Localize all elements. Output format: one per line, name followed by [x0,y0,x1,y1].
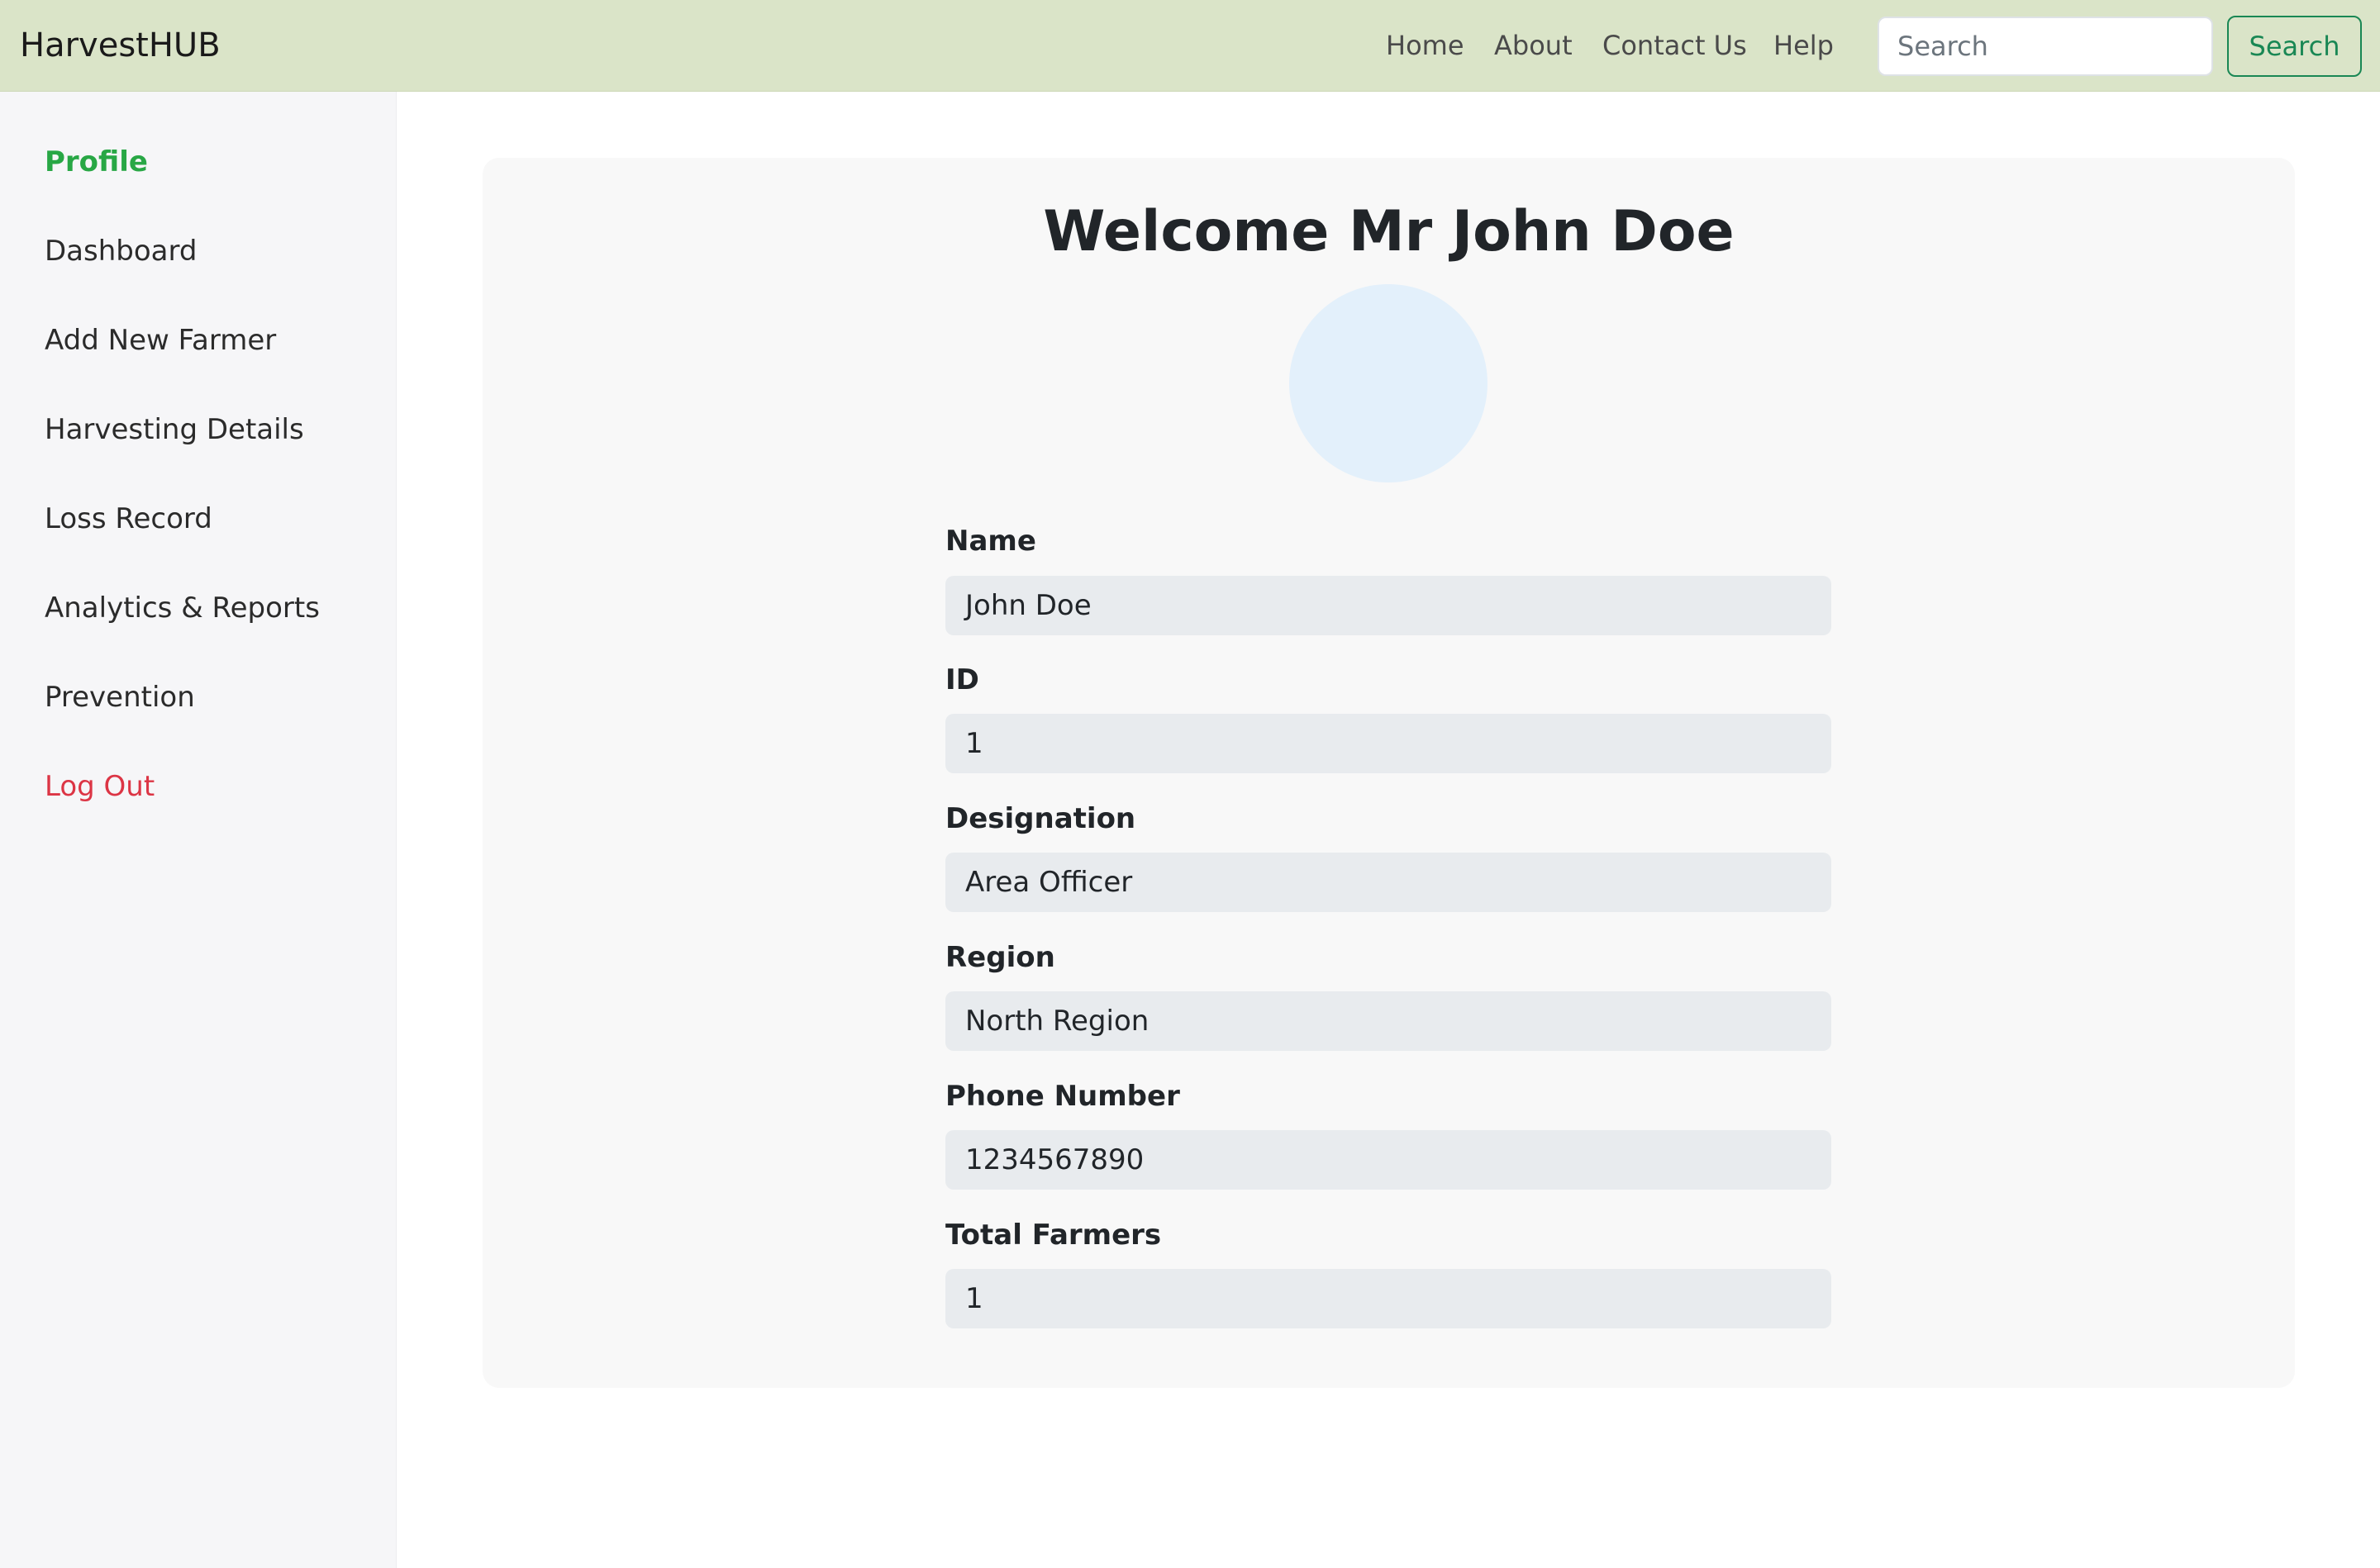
phone-number-label: Phone Number [945,1080,1180,1113]
search-button[interactable]: Search [2227,16,2362,77]
profile-card: Welcome Mr John Doe Name John Doe ID 1 D… [483,158,2295,1388]
top-navbar: HarvestHUB Home About Contact Us Help Se… [0,0,2380,92]
sidebar-item-profile[interactable]: Profile [45,137,148,187]
designation-field: Area Officer [945,853,1831,912]
nav-link-about[interactable]: About [1494,0,1573,92]
id-label: ID [945,663,979,696]
welcome-heading: Welcome Mr John Doe [1043,199,1735,264]
total-farmers-label: Total Farmers [945,1219,1162,1252]
sidebar-item-prevention[interactable]: Prevention [45,672,195,722]
sidebar-item-log-out[interactable]: Log Out [45,762,155,811]
total-farmers-field: 1 [945,1269,1831,1328]
sidebar-item-analytics-reports[interactable]: Analytics & Reports [45,583,320,633]
nav-link-help[interactable]: Help [1773,0,1834,92]
sidebar-item-add-new-farmer[interactable]: Add New Farmer [45,316,276,365]
name-label: Name [945,525,1036,558]
id-field: 1 [945,714,1831,773]
nav-link-home[interactable]: Home [1386,0,1464,92]
phone-number-field: 1234567890 [945,1130,1831,1190]
sidebar-item-loss-record[interactable]: Loss Record [45,494,212,544]
sidebar: Profile Dashboard Add New Farmer Harvest… [0,92,397,1568]
brand-logo[interactable]: HarvestHUB [20,0,221,92]
designation-label: Designation [945,802,1136,835]
nav-link-contact-us[interactable]: Contact Us [1602,0,1747,92]
sidebar-item-harvesting-details[interactable]: Harvesting Details [45,405,304,454]
avatar [1289,284,1488,482]
search-input[interactable] [1878,17,2213,76]
region-field: North Region [945,991,1831,1051]
sidebar-item-dashboard[interactable]: Dashboard [45,226,197,276]
name-field: John Doe [945,576,1831,635]
region-label: Region [945,941,1055,974]
